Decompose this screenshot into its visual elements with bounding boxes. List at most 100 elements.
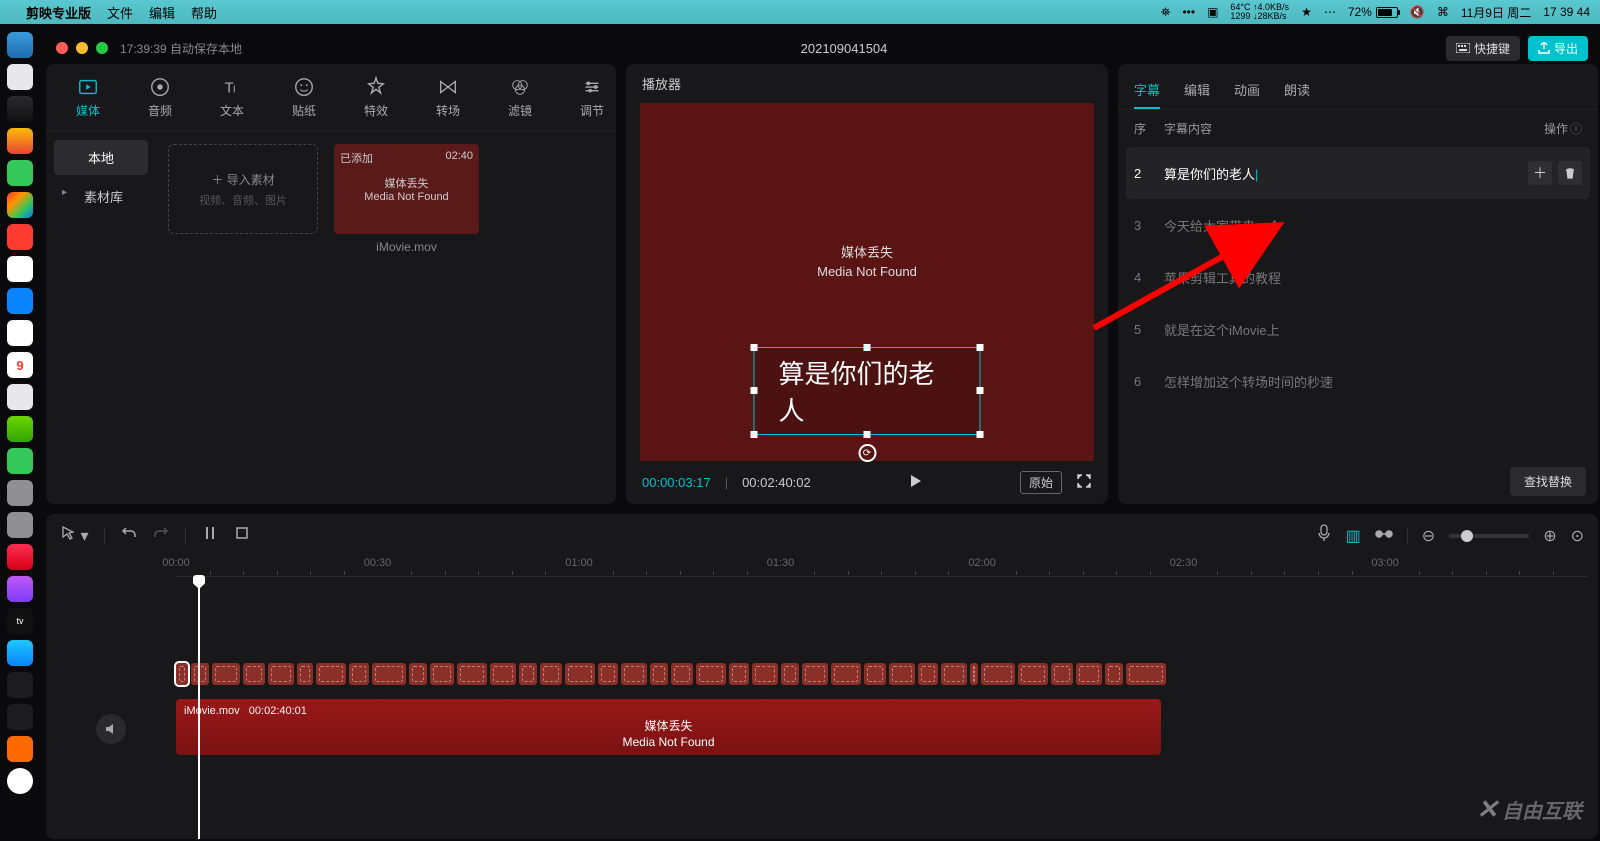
subtitle-clip[interactable] (430, 663, 454, 685)
dock-app[interactable] (7, 256, 33, 282)
subtitle-clip[interactable] (802, 663, 828, 685)
crop-tool-icon[interactable] (234, 525, 250, 546)
subtitle-clip[interactable] (781, 663, 799, 685)
subtitle-clip[interactable] (941, 663, 967, 685)
dock-app[interactable] (7, 768, 33, 794)
shortcut-button[interactable]: 快捷键 (1446, 36, 1520, 61)
play-button-icon[interactable] (907, 473, 923, 492)
subtitle-clip[interactable] (212, 663, 240, 685)
dock-app[interactable] (7, 704, 33, 730)
video-track[interactable]: iMovie.mov 00:02:40:01 媒体丢失 Media Not Fo… (176, 699, 1588, 759)
subtitle-clip[interactable] (970, 663, 978, 685)
dock-app[interactable] (7, 32, 33, 58)
add-subtitle-icon[interactable]: ＋ (1528, 213, 1552, 237)
delete-subtitle-icon[interactable] (1558, 369, 1582, 393)
dock-app[interactable] (7, 512, 33, 538)
sidebar-library[interactable]: ▸素材库 (54, 179, 148, 214)
subtitle-clip[interactable] (671, 663, 693, 685)
video-clip[interactable]: iMovie.mov 00:02:40:01 媒体丢失 Media Not Fo… (176, 699, 1161, 755)
subtitle-clip[interactable] (889, 663, 915, 685)
subtitle-track[interactable] (176, 663, 1588, 693)
dock-app[interactable] (7, 320, 33, 346)
delete-subtitle-icon[interactable] (1558, 161, 1582, 185)
dock-app[interactable] (7, 480, 33, 506)
status-dots-icon[interactable]: ••• (1182, 5, 1195, 19)
dock-app[interactable] (7, 192, 33, 218)
mute-track-button[interactable] (96, 714, 126, 744)
dock-app[interactable] (7, 448, 33, 474)
undo-icon[interactable] (121, 525, 137, 546)
subtitle-clip[interactable] (540, 663, 562, 685)
subtitle-clip[interactable] (191, 663, 209, 685)
subtitle-clip[interactable] (297, 663, 313, 685)
zoom-slider[interactable] (1449, 534, 1529, 538)
menu-file[interactable]: 文件 (107, 3, 133, 22)
menubar-date[interactable]: 11月9日 周二 (1461, 4, 1531, 21)
tab-adjust[interactable]: 调节 (560, 72, 624, 123)
fullscreen-window-icon[interactable] (96, 42, 108, 54)
zoom-in-icon[interactable]: ⊕ (1543, 526, 1556, 546)
dock-app[interactable] (7, 64, 33, 90)
playhead[interactable] (198, 577, 200, 839)
add-subtitle-icon[interactable]: ＋ (1528, 317, 1552, 341)
ratio-button[interactable]: 原始 (1020, 471, 1062, 494)
add-subtitle-icon[interactable]: ＋ (1528, 161, 1552, 185)
tab-subtitle[interactable]: 字幕 (1134, 72, 1160, 109)
dock-app[interactable]: tv (7, 608, 33, 634)
star-icon[interactable]: ★ (1301, 5, 1312, 19)
dock-app[interactable] (7, 128, 33, 154)
app-name[interactable]: 剪映专业版 (26, 3, 91, 22)
subtitle-row[interactable]: 6怎样增加这个转场时间的秒速 ＋ (1126, 355, 1590, 407)
subtitle-clip[interactable] (268, 663, 294, 685)
subtitle-clip[interactable] (729, 663, 749, 685)
menu-edit[interactable]: 编辑 (149, 3, 175, 22)
control-center-icon[interactable]: ⌘ (1437, 5, 1449, 19)
timeline-ruler[interactable]: 00:0000:3001:0001:3002:0002:3003:00 (176, 557, 1588, 577)
link-icon[interactable] (1375, 527, 1393, 545)
volume-muted-icon[interactable]: 🔇 (1410, 5, 1425, 19)
dock-app[interactable] (7, 224, 33, 250)
status-grid-icon[interactable]: ⛯ (1161, 5, 1171, 20)
subtitle-clip[interactable] (981, 663, 1015, 685)
mic-icon[interactable] (1316, 524, 1332, 547)
dock-app[interactable] (7, 416, 33, 442)
subtitle-clip[interactable] (490, 663, 516, 685)
subtitle-clip[interactable] (349, 663, 369, 685)
tab-text[interactable]: TI文本 (200, 72, 264, 123)
subtitle-clip[interactable] (409, 663, 427, 685)
subtitle-clip[interactable] (1018, 663, 1048, 685)
minimize-window-icon[interactable] (76, 42, 88, 54)
dock-app[interactable] (7, 384, 33, 410)
tab-filter[interactable]: 滤镜 (488, 72, 552, 123)
subtitle-clip[interactable] (519, 663, 537, 685)
delete-subtitle-icon[interactable] (1558, 317, 1582, 341)
subtitle-clip[interactable] (316, 663, 346, 685)
dock-app[interactable] (7, 640, 33, 666)
delete-subtitle-icon[interactable] (1558, 213, 1582, 237)
subtitle-clip[interactable] (1076, 663, 1102, 685)
tab-transition[interactable]: 转场 (416, 72, 480, 123)
add-subtitle-icon[interactable]: ＋ (1528, 265, 1552, 289)
split-tool-icon[interactable] (202, 525, 218, 546)
zoom-fit-icon[interactable]: ⊙ (1571, 526, 1584, 546)
battery-indicator[interactable]: 72% (1348, 5, 1398, 19)
subtitle-clip[interactable] (1105, 663, 1123, 685)
menubar-time[interactable]: 17 39 44 (1543, 5, 1590, 19)
subtitle-row[interactable]: 5就是在这个iMovie上 ＋ (1126, 303, 1590, 355)
subtitle-clip[interactable] (918, 663, 938, 685)
sidebar-local[interactable]: 本地 (54, 140, 148, 175)
subtitle-clip[interactable] (864, 663, 886, 685)
subtitle-clip[interactable] (752, 663, 778, 685)
export-button[interactable]: 导出 (1528, 36, 1588, 61)
subtitle-clip[interactable] (243, 663, 265, 685)
tab-animation[interactable]: 动画 (1234, 72, 1260, 109)
dock-app[interactable]: 9 (7, 352, 33, 378)
tab-edit[interactable]: 编辑 (1184, 72, 1210, 109)
zoom-out-icon[interactable]: ⊖ (1422, 526, 1435, 546)
rotate-handle-icon[interactable]: ⟳ (858, 444, 876, 462)
subtitle-clip[interactable] (176, 663, 188, 685)
status-display-icon[interactable]: ▣ (1207, 5, 1218, 19)
subtitle-clip[interactable] (372, 663, 406, 685)
menu-help[interactable]: 帮助 (191, 3, 217, 22)
dock-app[interactable] (7, 544, 33, 570)
